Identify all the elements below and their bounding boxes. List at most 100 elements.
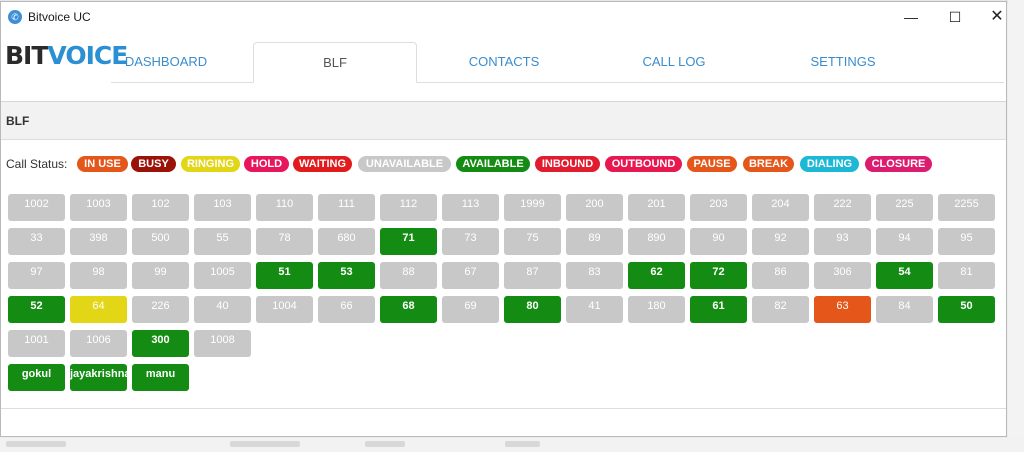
extension-226[interactable]: 226 (132, 296, 189, 323)
extension-40[interactable]: 40 (194, 296, 251, 323)
extension-68[interactable]: 68 (380, 296, 437, 323)
extension-66[interactable]: 66 (318, 296, 375, 323)
extension-82[interactable]: 82 (752, 296, 809, 323)
extension-33[interactable]: 33 (8, 228, 65, 255)
extension-52[interactable]: 52 (8, 296, 65, 323)
extension-93[interactable]: 93 (814, 228, 871, 255)
extension-72[interactable]: 72 (690, 262, 747, 289)
extension-81[interactable]: 81 (938, 262, 995, 289)
extension-300[interactable]: 300 (132, 330, 189, 357)
extension-87[interactable]: 87 (504, 262, 561, 289)
extension-680[interactable]: 680 (318, 228, 375, 255)
status-badge-waiting: WAITING (293, 156, 352, 172)
tab-dashboard[interactable]: DASHBOARD (111, 42, 221, 82)
status-badge-outbound: OUTBOUND (605, 156, 682, 172)
extension-1008[interactable]: 1008 (194, 330, 251, 357)
title-bar[interactable]: ✆ Bitvoice UC — ☐ ✕ (1, 2, 1006, 32)
extension-50[interactable]: 50 (938, 296, 995, 323)
extension-111[interactable]: 111 (318, 194, 375, 221)
extension-95[interactable]: 95 (938, 228, 995, 255)
extension-73[interactable]: 73 (442, 228, 499, 255)
close-button[interactable]: ✕ (975, 2, 1019, 32)
status-badge-available: AVAILABLE (456, 156, 530, 172)
extension-manu[interactable]: manu (132, 364, 189, 391)
extension-64[interactable]: 64 (70, 296, 127, 323)
extension-500[interactable]: 500 (132, 228, 189, 255)
minimize-button[interactable]: — (889, 2, 933, 32)
extension-86[interactable]: 86 (752, 262, 809, 289)
extension-97[interactable]: 97 (8, 262, 65, 289)
extension-63[interactable]: 63 (814, 296, 871, 323)
extension-398[interactable]: 398 (70, 228, 127, 255)
extension-113[interactable]: 113 (442, 194, 499, 221)
extension-180[interactable]: 180 (628, 296, 685, 323)
extension-112[interactable]: 112 (380, 194, 437, 221)
extension-80[interactable]: 80 (504, 296, 561, 323)
call-status-label: Call Status: (6, 157, 68, 171)
extension-102[interactable]: 102 (132, 194, 189, 221)
extension-69[interactable]: 69 (442, 296, 499, 323)
extension-94[interactable]: 94 (876, 228, 933, 255)
extension-2255[interactable]: 2255 (938, 194, 995, 221)
extension-103[interactable]: 103 (194, 194, 251, 221)
status-badge-dialing: DIALING (800, 156, 859, 172)
extension-53[interactable]: 53 (318, 262, 375, 289)
extension-1001[interactable]: 1001 (8, 330, 65, 357)
tab-settings[interactable]: SETTINGS (779, 42, 907, 82)
extension-gokul[interactable]: gokul (8, 364, 65, 391)
extension-1005[interactable]: 1005 (194, 262, 251, 289)
background-ghost-text (6, 441, 66, 447)
background-ghost-text (505, 441, 540, 447)
extension-225[interactable]: 225 (876, 194, 933, 221)
extension-1006[interactable]: 1006 (70, 330, 127, 357)
status-badge-inbound: INBOUND (535, 156, 600, 172)
window-title: Bitvoice UC (28, 10, 91, 24)
status-badge-pause: PAUSE (687, 156, 737, 172)
extension-1004[interactable]: 1004 (256, 296, 313, 323)
status-badge-ringing: RINGING (181, 156, 240, 172)
extension-201[interactable]: 201 (628, 194, 685, 221)
extension-110[interactable]: 110 (256, 194, 313, 221)
extension-75[interactable]: 75 (504, 228, 561, 255)
extension-88[interactable]: 88 (380, 262, 437, 289)
extension-89[interactable]: 89 (566, 228, 623, 255)
maximize-button[interactable]: ☐ (933, 2, 977, 32)
extension-1002[interactable]: 1002 (8, 194, 65, 221)
extension-51[interactable]: 51 (256, 262, 313, 289)
tab-blf[interactable]: BLF (253, 42, 417, 83)
extension-71[interactable]: 71 (380, 228, 437, 255)
extension-84[interactable]: 84 (876, 296, 933, 323)
background-right-edge (1008, 0, 1024, 452)
extension-41[interactable]: 41 (566, 296, 623, 323)
extension-200[interactable]: 200 (566, 194, 623, 221)
extension-99[interactable]: 99 (132, 262, 189, 289)
extension-61[interactable]: 61 (690, 296, 747, 323)
extension-78[interactable]: 78 (256, 228, 313, 255)
extension-83[interactable]: 83 (566, 262, 623, 289)
extension-890[interactable]: 890 (628, 228, 685, 255)
extension-jayakrishna[interactable]: jayakrishna (70, 364, 127, 391)
extension-90[interactable]: 90 (690, 228, 747, 255)
extension-204[interactable]: 204 (752, 194, 809, 221)
app-window: ✆ Bitvoice UC — ☐ ✕ BITVOICE DASHBOARD B… (0, 1, 1007, 437)
extension-306[interactable]: 306 (814, 262, 871, 289)
bitvoice-logo: BITVOICE (5, 41, 128, 70)
extension-54[interactable]: 54 (876, 262, 933, 289)
extension-62[interactable]: 62 (628, 262, 685, 289)
extension-55[interactable]: 55 (194, 228, 251, 255)
extension-98[interactable]: 98 (70, 262, 127, 289)
tab-call-log[interactable]: CALL LOG (611, 42, 737, 82)
logo-text-bit: BIT (5, 41, 48, 70)
extension-203[interactable]: 203 (690, 194, 747, 221)
background-ghost-text (230, 441, 300, 447)
status-badge-closure: CLOSURE (865, 156, 932, 172)
extension-222[interactable]: 222 (814, 194, 871, 221)
background-ghost-text (365, 441, 405, 447)
extension-67[interactable]: 67 (442, 262, 499, 289)
extension-1003[interactable]: 1003 (70, 194, 127, 221)
extension-92[interactable]: 92 (752, 228, 809, 255)
status-badge-hold: HOLD (244, 156, 289, 172)
extension-1999[interactable]: 1999 (504, 194, 561, 221)
tab-contacts[interactable]: CONTACTS (433, 42, 575, 82)
phone-icon: ✆ (8, 10, 22, 24)
